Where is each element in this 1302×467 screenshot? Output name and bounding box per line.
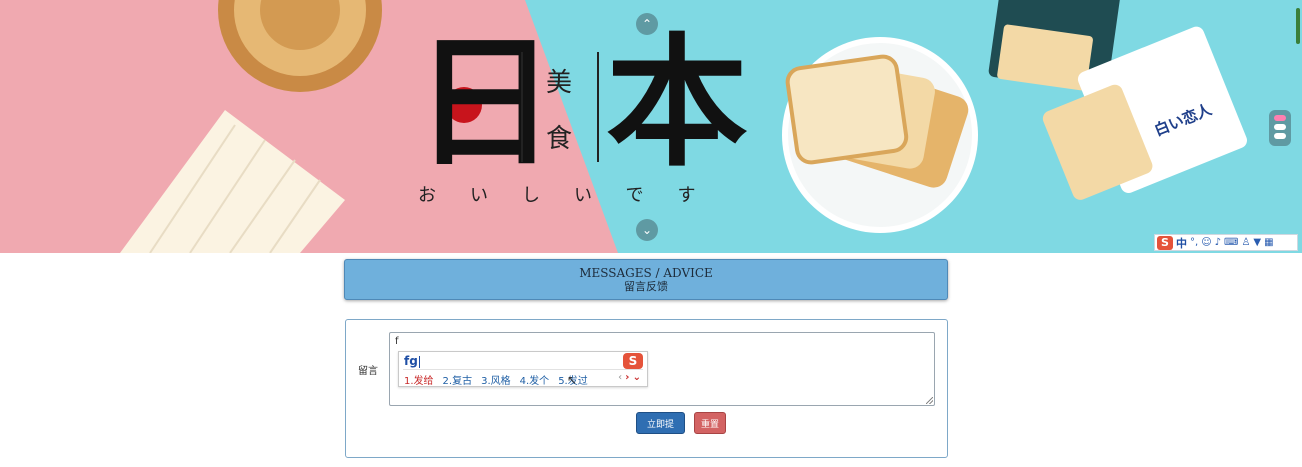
chevron-right-icon: › (625, 372, 630, 383)
messages-title: MESSAGES / ADVICE (579, 266, 713, 280)
user-icon[interactable]: ♙ (1241, 236, 1250, 250)
ime-candidate[interactable]: 3.风格 (481, 372, 511, 387)
punctuation-icon[interactable]: °, (1190, 236, 1198, 250)
grid-icon[interactable]: ▦ (1264, 236, 1273, 250)
ime-candidate[interactable]: 4.发个 (520, 372, 550, 387)
microphone-icon[interactable]: ♪ (1215, 236, 1221, 250)
logo-kana: おいしいです (418, 185, 730, 206)
message-label: 留言 (358, 366, 378, 377)
sogou-logo-icon: S (623, 353, 643, 369)
ime-candidate[interactable]: 1.发给 (404, 372, 434, 387)
resize-handle-icon[interactable] (926, 397, 933, 404)
chevron-left-icon: ‹ (618, 372, 623, 383)
emoji-icon[interactable]: ☺ (1201, 236, 1211, 250)
scrollbar-thumb[interactable] (1296, 8, 1300, 44)
logo-char-shi: 食 (546, 124, 573, 154)
message-form: 留言 f fg S 1.发给 2.复古 3.风格 4.发个 5.发过 ‹ › ⌄… (345, 319, 948, 458)
logo-divider (521, 52, 523, 162)
mouse-pointer-icon: ↖ (567, 373, 578, 387)
messages-subtitle: 留言反馈 (624, 280, 668, 293)
keyboard-icon[interactable]: ⌨ (1224, 236, 1238, 250)
message-textarea[interactable]: f fg S 1.发给 2.复古 3.风格 4.发个 5.发过 ‹ › ⌄ ↖ (389, 332, 935, 406)
logo-char-ri: 日 (414, 20, 556, 186)
chevron-down-icon[interactable]: ⌄ (636, 219, 658, 241)
cookie-plate-image (782, 37, 978, 233)
chevron-down-icon: ⌄ (632, 372, 641, 383)
ime-toolbar[interactable]: S 中 °, ☺ ♪ ⌨ ♙ ▼ ▦ (1154, 234, 1298, 251)
ime-composition: fg (404, 354, 420, 368)
ime-page-arrows[interactable]: ‹ › ⌄ (618, 372, 641, 383)
ime-candidate[interactable]: 2.复古 (443, 372, 473, 387)
ime-mode-toggle[interactable]: 中 (1176, 235, 1187, 251)
ime-candidate-popup[interactable]: fg S 1.发给 2.复古 3.风格 4.发个 5.发过 ‹ › ⌄ ↖ (398, 351, 648, 387)
logo-char-mei: 美 (546, 68, 573, 98)
chevron-up-icon[interactable]: ⌃ (636, 13, 658, 35)
messages-header: MESSAGES / ADVICE 留言反馈 (344, 259, 948, 300)
logo-char-ben: 本 (606, 20, 748, 186)
ime-candidate-list[interactable]: 1.发给 2.复古 3.风格 4.发个 5.发过 (404, 372, 588, 387)
logo-divider (597, 52, 599, 162)
reset-button[interactable]: 重置 (694, 412, 726, 434)
sogou-logo-icon[interactable]: S (1157, 235, 1173, 250)
submit-button[interactable]: 立即提交 (636, 412, 685, 449)
hero-banner: 白い恋人 日 本 美 食 おいしいです ⌃ ⌄ S 中 °, ☺ ♪ ⌨ ♙ ▼… (0, 0, 1302, 253)
textarea-value: f (395, 336, 399, 347)
side-menu-widget[interactable] (1269, 110, 1291, 146)
shirt-icon[interactable]: ▼ (1253, 236, 1261, 250)
